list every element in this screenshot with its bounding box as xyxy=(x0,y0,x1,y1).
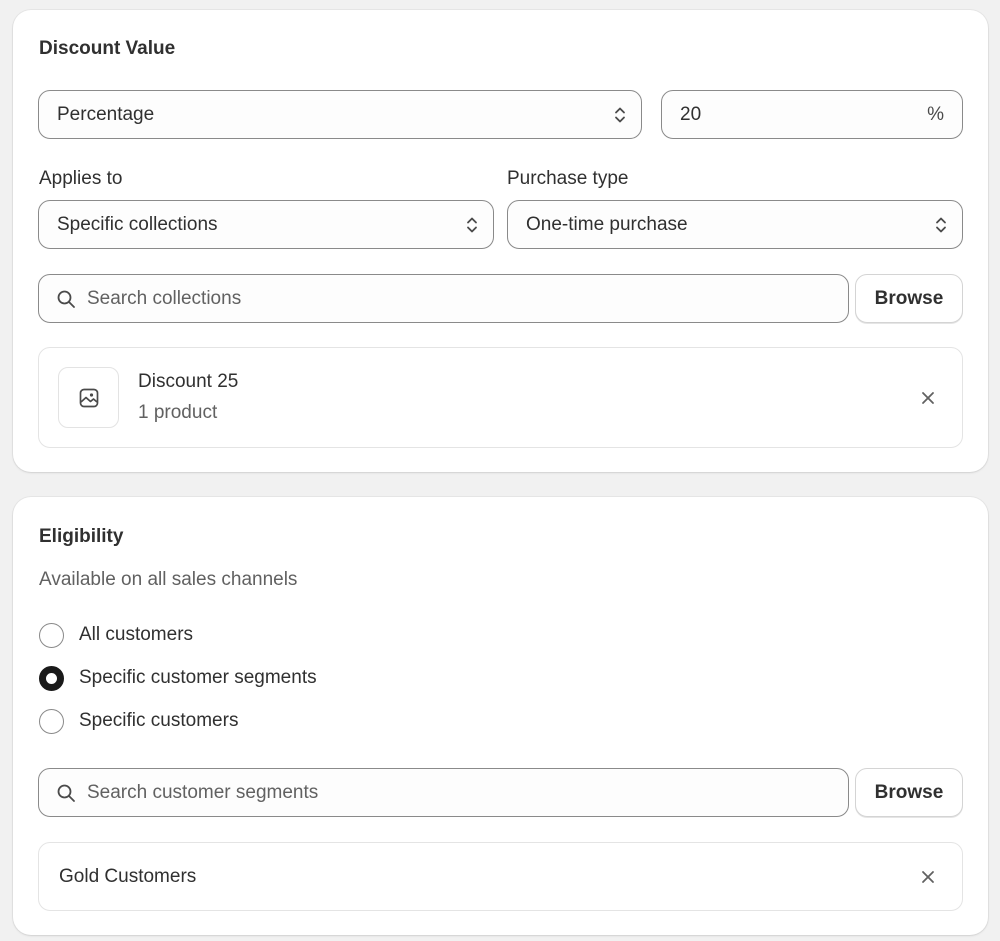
search-icon xyxy=(55,288,77,310)
radio-all-customers[interactable]: All customers xyxy=(39,621,193,649)
search-customer-segments-input[interactable]: Search customer segments xyxy=(38,768,849,817)
eligibility-card: Eligibility Available on all sales chann… xyxy=(13,497,988,935)
purchase-type-select[interactable]: One-time purchase xyxy=(507,200,963,249)
radio-button[interactable] xyxy=(39,708,64,734)
discount-value-card: Discount Value Percentage 20 % Applies t… xyxy=(13,10,988,472)
search-segments-placeholder: Search customer segments xyxy=(87,781,319,803)
chevron-up-down-icon xyxy=(934,214,948,236)
search-collections-placeholder: Search collections xyxy=(87,287,242,309)
discount-amount-value: 20 xyxy=(680,103,702,125)
radio-specific-customers[interactable]: Specific customers xyxy=(39,707,238,735)
radio-specific-customer-segments[interactable]: Specific customer segments xyxy=(39,664,317,692)
applies-to-select[interactable]: Specific collections xyxy=(38,200,494,249)
close-icon[interactable] xyxy=(918,388,938,408)
chevron-up-down-icon xyxy=(613,104,627,126)
browse-segments-button[interactable]: Browse xyxy=(855,768,963,817)
eligibility-title: Eligibility xyxy=(39,526,124,547)
purchase-type-value: One-time purchase xyxy=(526,213,688,235)
browse-collections-button[interactable]: Browse xyxy=(855,274,963,323)
radio-label: All customers xyxy=(79,624,194,645)
close-icon[interactable] xyxy=(918,867,938,887)
discount-amount-input[interactable]: 20 % xyxy=(661,90,963,139)
selected-segment-item: Gold Customers xyxy=(38,842,963,911)
selected-collection-item: Discount 25 1 product xyxy=(38,347,963,448)
search-collections-input[interactable]: Search collections xyxy=(38,274,849,323)
purchase-type-label: Purchase type xyxy=(507,168,629,189)
radio-button-selected[interactable] xyxy=(39,665,64,691)
radio-label: Specific customer segments xyxy=(79,667,317,688)
collection-product-count: 1 product xyxy=(138,402,218,423)
eligibility-subtitle: Available on all sales channels xyxy=(39,569,298,590)
segment-title: Gold Customers xyxy=(59,866,197,887)
percent-suffix: % xyxy=(927,103,944,125)
radio-button[interactable] xyxy=(39,622,64,648)
collection-title: Discount 25 xyxy=(138,371,239,392)
discount-type-value: Percentage xyxy=(57,103,155,125)
discount-value-title: Discount Value xyxy=(39,38,176,59)
radio-label: Specific customers xyxy=(79,710,239,731)
discount-type-select[interactable]: Percentage xyxy=(38,90,642,139)
applies-to-value: Specific collections xyxy=(57,213,218,235)
applies-to-label: Applies to xyxy=(39,168,123,189)
search-icon xyxy=(55,782,77,804)
image-icon xyxy=(58,367,119,428)
chevron-up-down-icon xyxy=(465,214,479,236)
